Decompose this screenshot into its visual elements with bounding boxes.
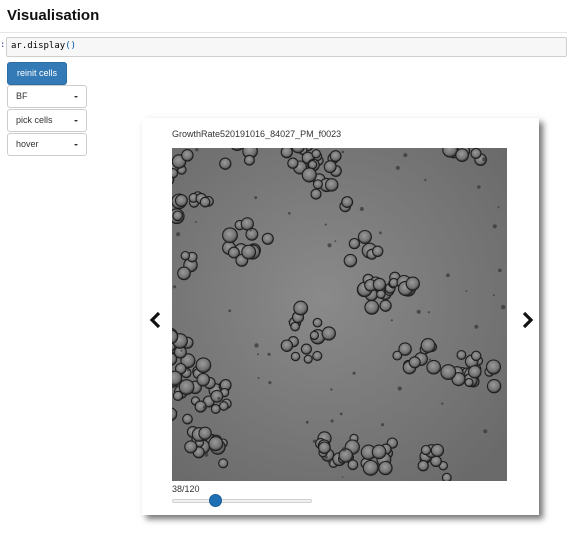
hover-select[interactable]: hover: [7, 133, 87, 156]
channel-select[interactable]: BF: [7, 85, 87, 108]
caret-down-icon: [74, 96, 78, 98]
frame-slider-track[interactable]: [172, 499, 312, 503]
caret-down-icon: [74, 144, 78, 146]
title-divider: [0, 32, 567, 33]
mode-select[interactable]: pick cells: [7, 109, 87, 132]
frame-counter: 38/120: [172, 484, 200, 494]
chevron-right-icon[interactable]: [521, 311, 535, 329]
reinit-cells-button[interactable]: reinit cells: [7, 62, 67, 85]
code-parens: (): [65, 41, 77, 51]
caret-down-icon: [74, 120, 78, 122]
hover-select-value: hover: [16, 139, 39, 149]
code-function-name: ar.display: [11, 41, 66, 51]
code-cell-input[interactable]: ar.display(): [6, 37, 567, 57]
chevron-left-icon[interactable]: [148, 311, 162, 329]
image-title: GrowthRate520191016_84027_PM_f0023: [172, 129, 342, 139]
image-viewer-panel: GrowthRate520191016_84027_PM_f0023 38/12…: [142, 118, 539, 515]
yeast-micrograph-image[interactable]: [172, 148, 507, 481]
cell-prompt: :: [0, 40, 6, 50]
page-title: Visualisation: [7, 7, 100, 24]
channel-select-value: BF: [16, 91, 28, 101]
frame-slider-thumb[interactable]: [209, 494, 223, 507]
mode-select-value: pick cells: [16, 115, 53, 125]
